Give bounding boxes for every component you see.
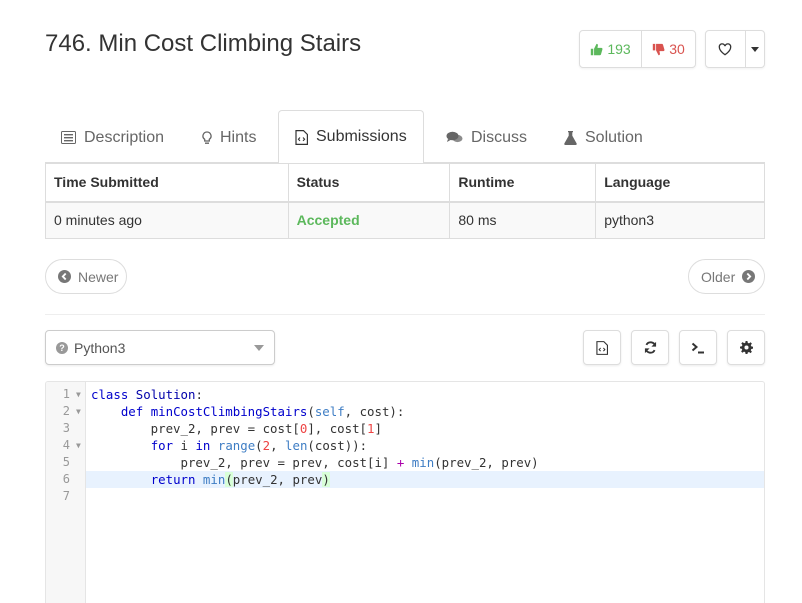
- section-divider: [45, 314, 765, 315]
- console-button[interactable]: [679, 330, 717, 365]
- refresh-icon: [644, 341, 656, 354]
- svg-text:?: ?: [59, 343, 65, 353]
- tab-discuss[interactable]: Discuss: [446, 110, 527, 163]
- line-number: 7: [62, 489, 70, 503]
- cell-runtime: 80 ms: [449, 201, 597, 239]
- vote-group: 193 30: [579, 30, 696, 68]
- terminal-icon: [691, 342, 704, 353]
- older-label: Older: [701, 268, 736, 285]
- code-text: def minCostClimbingStairs(self, cost):: [120, 404, 405, 419]
- favorite-dropdown-button[interactable]: [744, 31, 764, 67]
- code-line: 5 prev_2, prev = prev, cost[i] + min(pre…: [46, 454, 764, 471]
- code-line: 4 ▼ for i in range(2, len(cost)):: [46, 437, 764, 454]
- header-language: Language: [595, 163, 765, 203]
- favorite-group: [705, 30, 765, 68]
- language-select[interactable]: ? Python3: [45, 330, 275, 365]
- tab-solution[interactable]: Solution: [564, 110, 643, 163]
- tab-hints[interactable]: Hints: [202, 110, 256, 163]
- line-number: 6: [62, 472, 70, 486]
- code-text: return min(prev_2, prev): [150, 472, 330, 487]
- reload-code-button[interactable]: [631, 330, 669, 365]
- table-row: 0 minutes ago Accepted 80 ms python3: [45, 201, 765, 239]
- chat-icon: [446, 131, 463, 143]
- upvote-count: 193: [607, 41, 631, 57]
- newer-button[interactable]: Newer: [45, 259, 127, 294]
- fold-arrow-icon[interactable]: ▼: [76, 386, 81, 403]
- lightbulb-icon: [202, 130, 212, 144]
- flask-icon: [564, 130, 577, 145]
- header-runtime: Runtime: [449, 163, 597, 203]
- code-line: 3 prev_2, prev = cost[0], cost[1]: [46, 420, 764, 437]
- code-file-icon: [295, 129, 308, 145]
- language-select-value: Python3: [74, 339, 126, 356]
- tab-discuss-label: Discuss: [471, 128, 528, 146]
- question-circle-icon: ?: [56, 341, 68, 354]
- code-text: for i in range(2, len(cost)):: [150, 438, 368, 453]
- chevron-left-circle-icon: [58, 270, 71, 283]
- upvote-button[interactable]: 193: [580, 31, 641, 67]
- line-number: 3: [62, 421, 70, 435]
- reset-to-default-code-button[interactable]: [583, 330, 621, 365]
- code-line: 1 ▼ class Solution:: [46, 386, 764, 403]
- header-time-submitted: Time Submitted: [45, 163, 289, 203]
- heart-icon: [719, 42, 732, 55]
- chevron-right-circle-icon: [742, 270, 756, 283]
- table-header-row: Time Submitted Status Runtime Language: [45, 163, 765, 203]
- submissions-table: Time Submitted Status Runtime Language 0…: [45, 163, 765, 239]
- thumbs-down-icon: [653, 43, 665, 55]
- newer-label: Newer: [78, 268, 119, 285]
- code-text: prev_2, prev = cost[0], cost[1]: [91, 421, 382, 436]
- older-button[interactable]: Older: [688, 259, 765, 294]
- gear-icon: [739, 341, 753, 354]
- problem-tabs: Description Hints Submissions Discuss So…: [45, 110, 765, 164]
- tab-submissions-label: Submissions: [316, 128, 407, 145]
- thumbs-up-icon: [591, 43, 603, 55]
- description-icon: [61, 131, 76, 144]
- cell-language: python3: [595, 201, 765, 239]
- cell-time: 0 minutes ago: [45, 201, 289, 239]
- code-file-icon: [596, 340, 608, 355]
- fold-arrow-icon[interactable]: ▼: [76, 437, 81, 454]
- line-number: 5: [62, 455, 70, 469]
- dropdown-arrow-icon: [254, 345, 264, 351]
- downvote-button[interactable]: 30: [641, 31, 695, 67]
- tab-description[interactable]: Description: [61, 110, 164, 163]
- header-status: Status: [287, 163, 451, 203]
- caret-down-icon: [750, 46, 759, 52]
- tab-description-label: Description: [84, 128, 165, 146]
- code-line: 2 ▼ def minCostClimbingStairs(self, cost…: [46, 403, 764, 420]
- fold-arrow-icon[interactable]: ▼: [76, 403, 81, 420]
- code-line: 7: [46, 488, 764, 505]
- tab-hints-label: Hints: [220, 128, 257, 146]
- tab-submissions[interactable]: Submissions: [278, 110, 424, 164]
- favorite-button[interactable]: [706, 31, 745, 67]
- tab-solution-label: Solution: [585, 128, 643, 146]
- status-accepted-link[interactable]: Accepted: [297, 212, 360, 228]
- code-text: prev_2, prev = prev, cost[i] + min(prev_…: [91, 455, 539, 470]
- cell-status: Accepted: [287, 201, 451, 239]
- downvote-count: 30: [669, 41, 685, 57]
- code-text: class Solution:: [91, 387, 203, 402]
- settings-button[interactable]: [727, 330, 765, 365]
- problem-title: 746. Min Cost Climbing Stairs: [45, 30, 362, 57]
- code-line-active: 6 return min(prev_2, prev): [46, 471, 764, 488]
- code-editor[interactable]: 1 ▼ class Solution: 2 ▼ def minCostClimb…: [45, 381, 765, 603]
